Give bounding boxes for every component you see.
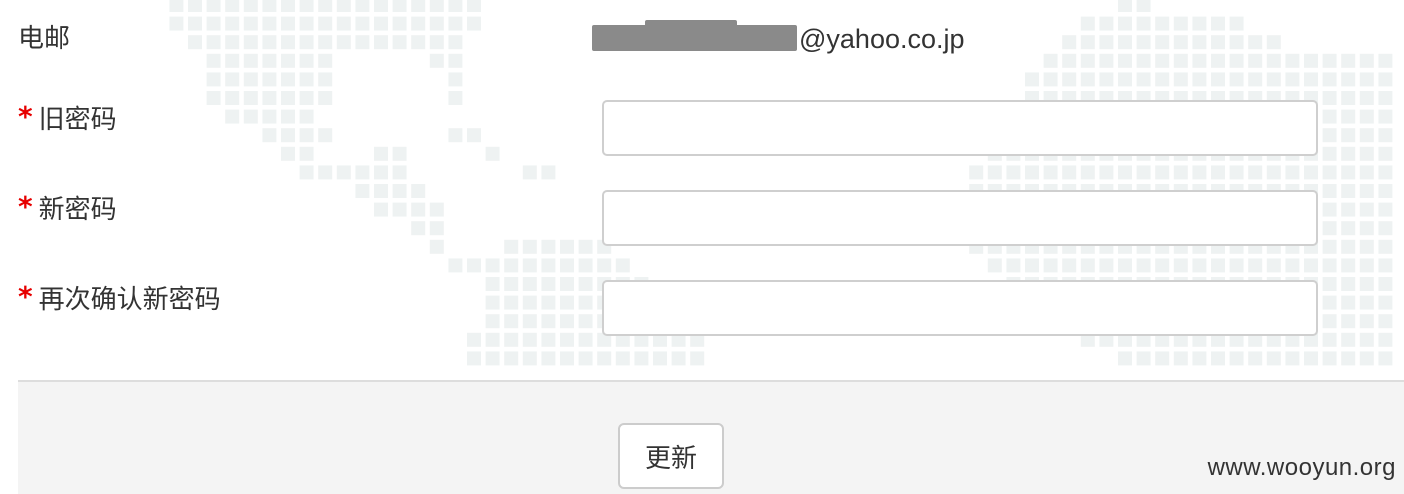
required-asterisk: * <box>18 280 33 313</box>
old-password-input[interactable] <box>602 100 1318 156</box>
new-password-label-wrap: * 新密码 <box>18 192 117 226</box>
form-footer: 更新 www.wooyun.org <box>18 380 1404 494</box>
email-redaction-top <box>645 20 737 32</box>
confirm-password-label: 再次确认新密码 <box>38 285 221 315</box>
required-asterisk: * <box>18 190 33 223</box>
update-button[interactable]: 更新 <box>618 423 724 489</box>
new-password-row: * 新密码 <box>0 190 1404 250</box>
confirm-password-row: * 再次确认新密码 <box>0 280 1404 340</box>
email-visible-suffix: @yahoo.co.jp <box>799 24 965 54</box>
email-row: 电邮 @yahoo.co.jp <box>0 20 1404 64</box>
confirm-password-label-wrap: * 再次确认新密码 <box>18 282 221 316</box>
email-label: 电邮 <box>18 24 71 54</box>
watermark-text: www.wooyun.org <box>1207 454 1396 481</box>
old-password-row: * 旧密码 <box>0 100 1404 160</box>
old-password-label-wrap: * 旧密码 <box>18 102 117 136</box>
confirm-password-input[interactable] <box>602 280 1318 336</box>
new-password-label: 新密码 <box>38 195 117 225</box>
old-password-label: 旧密码 <box>38 105 117 135</box>
required-asterisk: * <box>18 100 33 133</box>
password-change-page: 电邮 @yahoo.co.jp * 旧密码 * 新密码 * 再次确认新密码 更新 ww… <box>0 0 1404 494</box>
new-password-input[interactable] <box>602 190 1318 246</box>
